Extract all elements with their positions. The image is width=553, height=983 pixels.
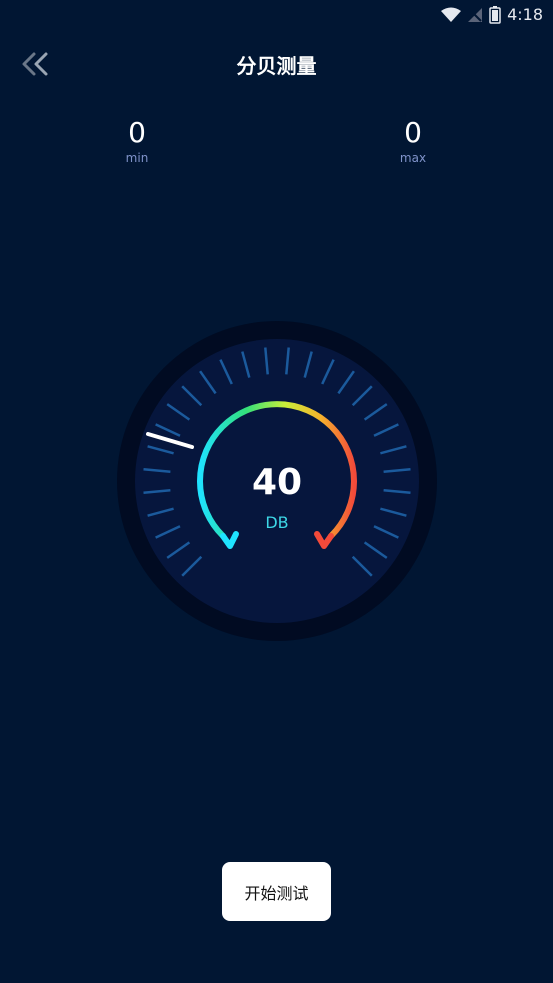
min-stat: 0 min xyxy=(97,116,177,166)
header: 分贝测量 xyxy=(0,40,553,90)
battery-icon xyxy=(489,6,501,24)
decibel-value: 40 xyxy=(251,462,303,503)
decibel-unit: DB xyxy=(265,513,289,532)
status-icons: 4:18 xyxy=(441,4,543,26)
max-label: max xyxy=(399,151,427,165)
no-signal-icon xyxy=(468,8,483,22)
status-time: 4:18 xyxy=(507,5,543,24)
page-title: 分贝测量 xyxy=(236,54,317,78)
min-value: 0 xyxy=(128,116,146,149)
status-bar: 4:18 xyxy=(0,0,553,30)
max-value: 0 xyxy=(404,116,422,149)
start-test-button[interactable]: 开始测试 xyxy=(222,862,331,921)
min-label: min xyxy=(125,151,149,165)
max-stat: 0 max xyxy=(373,116,453,166)
wifi-icon xyxy=(441,7,462,22)
